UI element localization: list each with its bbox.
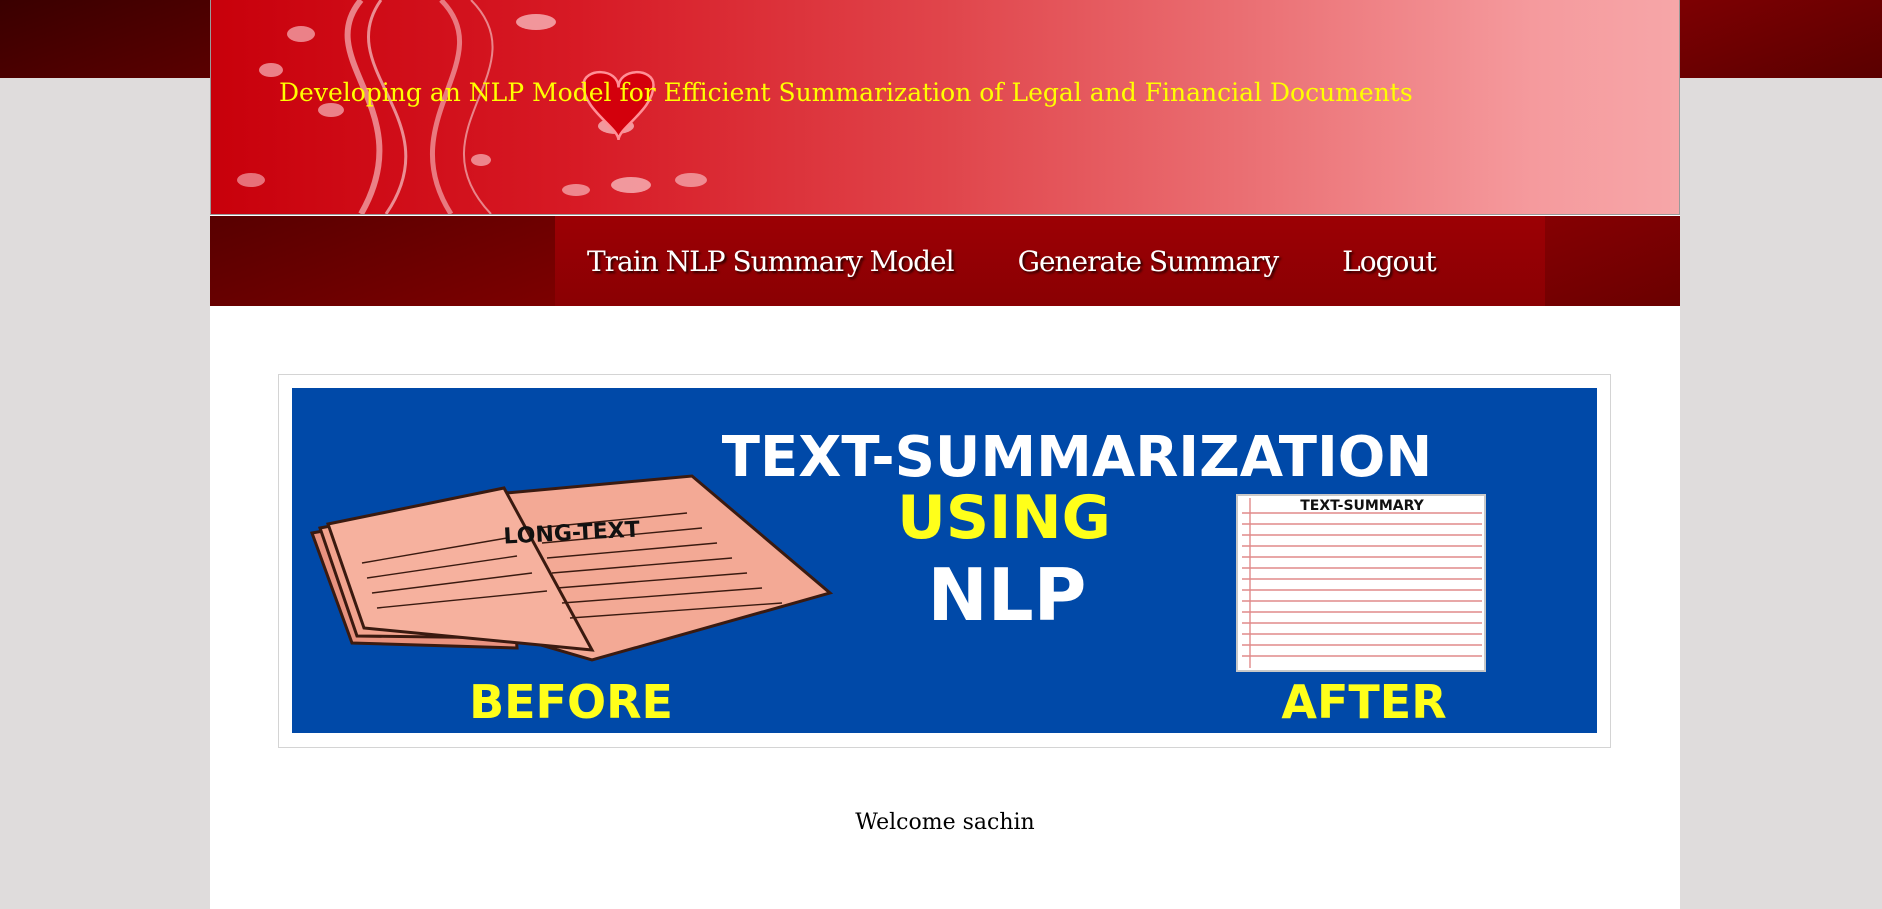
- banner-graphic: TEXT-SUMMARIZATION USING NLP BEFORE AFTE…: [309, 425, 1486, 729]
- banner-frame: TEXT-SUMMARIZATION USING NLP BEFORE AFTE…: [278, 374, 1611, 748]
- main-navigation: Train NLP Summary Model Generate Summary…: [210, 216, 1680, 306]
- site-header: Developing an NLP Model for Efficient Su…: [210, 0, 1680, 215]
- nav-logout[interactable]: Logout: [1310, 245, 1468, 278]
- banner-before: BEFORE: [469, 675, 673, 729]
- header-decoration: [237, 0, 707, 214]
- page-container: Developing an NLP Model for Efficient Su…: [210, 0, 1680, 909]
- summary-sheet-icon: TEXT-SUMMARY: [1236, 494, 1486, 672]
- nav-generate-summary[interactable]: Generate Summary: [986, 245, 1311, 278]
- banner-nlp: NLP: [928, 553, 1087, 637]
- nav-items: Train NLP Summary Model Generate Summary…: [555, 216, 1545, 306]
- sheet-text-summary-label: TEXT-SUMMARY: [1300, 498, 1424, 514]
- nav-train-nlp-summary-model[interactable]: Train NLP Summary Model: [555, 245, 986, 278]
- welcome-message: Welcome sachin: [855, 810, 1035, 835]
- site-title: Developing an NLP Model for Efficient Su…: [279, 78, 1413, 107]
- book-icon: LONG-TEXT: [309, 474, 834, 662]
- banner-after: AFTER: [1281, 675, 1446, 729]
- text-summarization-banner: TEXT-SUMMARIZATION USING NLP BEFORE AFTE…: [292, 388, 1597, 733]
- banner-title: TEXT-SUMMARIZATION: [722, 425, 1433, 490]
- banner-using: USING: [897, 483, 1111, 553]
